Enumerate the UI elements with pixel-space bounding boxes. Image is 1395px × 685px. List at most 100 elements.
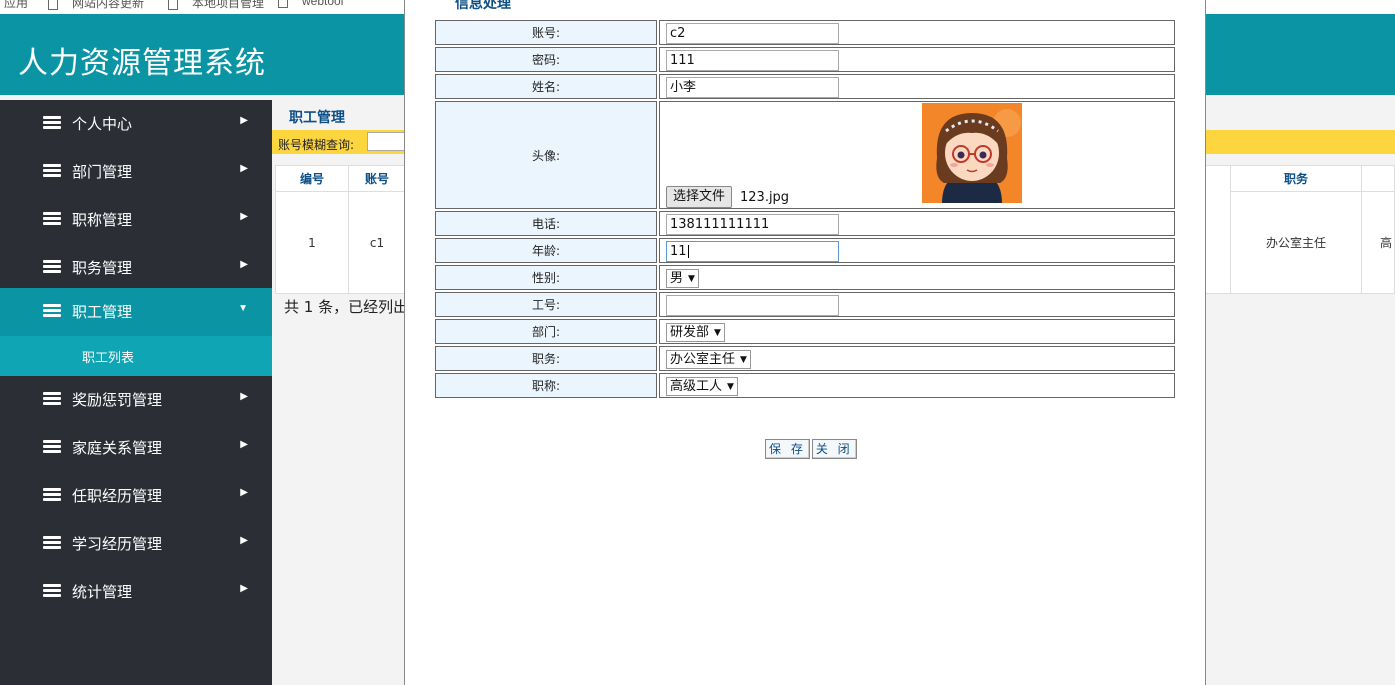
sidebar-item-position[interactable]: 职务管理 ▶ [0,244,272,292]
field-label: 部门: [435,319,657,344]
table-header-more [1362,166,1395,192]
form-row-account: 账号: c2 [435,20,1176,45]
page-icon [48,0,58,10]
table-header-id: 编号 [276,166,349,192]
dialog-buttons: 保 存关 闭 [765,439,859,459]
form-row-department: 部门: 研发部 ▼ [435,319,1176,344]
search-input[interactable] [367,132,407,151]
form-row-avatar: 头像: 选择文件 123.jpg [435,101,1176,209]
phone-field[interactable]: 138111111111 [666,214,839,235]
sidebar-item-department[interactable]: 部门管理 ▶ [0,148,272,196]
sidebar-item-work-history[interactable]: 任职经历管理 ▶ [0,472,272,520]
field-label: 头像: [435,101,657,209]
chevron-right-icon: ▶ [240,163,248,174]
position-select[interactable]: 办公室主任 ▼ [666,350,751,369]
table-cell-title: 高 [1380,236,1393,250]
sidebar-item-employee[interactable]: 职工管理 ▼ [0,288,272,336]
name-field[interactable]: 小李 [666,77,839,98]
save-button[interactable]: 保 存 [765,439,810,459]
choose-file-button[interactable]: 选择文件 [666,186,733,208]
stack-icon [43,164,61,178]
sidebar-item-label: 家庭关系管理 [72,439,163,457]
file-name: 123.jpg [740,190,790,205]
title-select[interactable]: 高级工人 ▼ [666,377,738,396]
search-label: 账号模糊查询: [278,138,355,152]
sidebar-item-job-title[interactable]: 职称管理 ▶ [0,196,272,244]
chevron-right-icon: ▶ [240,487,248,498]
stack-icon [43,440,61,454]
field-label: 工号: [435,292,657,317]
form-row-employee-no: 工号: [435,292,1176,317]
chevron-right-icon: ▶ [240,391,248,402]
field-label: 职称: [435,373,657,398]
gender-select[interactable]: 男 ▼ [666,269,699,288]
stack-icon [43,536,61,550]
table-header-account: 账号 [349,166,405,192]
chevron-right-icon: ▶ [240,259,248,270]
employee-no-field[interactable] [666,295,839,316]
table-header-position: 职务 [1230,166,1362,192]
sidebar-item-label: 任职经历管理 [72,487,163,505]
dropdown-arrow-icon: ▼ [727,382,734,392]
bookmark-item[interactable]: 本地项目管理 [168,0,264,11]
page-icon [168,0,178,10]
dropdown-arrow-icon: ▼ [688,274,695,284]
sidebar-item-personal-center[interactable]: 个人中心 ▶ [0,100,272,148]
field-label: 性别: [435,265,657,290]
chevron-right-icon: ▶ [240,439,248,450]
field-label: 姓名: [435,74,657,99]
account-field[interactable]: c2 [666,23,839,44]
sidebar-item-family[interactable]: 家庭关系管理 ▶ [0,424,272,472]
age-field[interactable]: 11 [666,241,839,262]
avatar-image [922,103,1022,203]
sidebar-item-rewards[interactable]: 奖励惩罚管理 ▶ [0,376,272,424]
table-cell-position: 办公室主任 [1230,192,1362,294]
dialog-title: 信息处理 [455,0,511,12]
sidebar-item-education[interactable]: 学习经历管理 ▶ [0,520,272,568]
sidebar-item-label: 部门管理 [72,163,133,181]
form-row-phone: 电话: 138111111111 [435,211,1176,236]
chevron-down-icon: ▼ [238,303,248,314]
department-select[interactable]: 研发部 ▼ [666,323,725,342]
chevron-right-icon: ▶ [240,535,248,546]
sidebar-item-label: 奖励惩罚管理 [72,391,163,409]
sidebar-item-label: 职工管理 [72,303,133,321]
stack-icon [43,304,61,318]
field-label: 年龄: [435,238,657,263]
chevron-right-icon: ▶ [240,583,248,594]
dropdown-arrow-icon: ▼ [740,355,747,365]
sidebar-subitem-label: 职工列表 [82,351,135,366]
field-label: 职务: [435,346,657,371]
stack-icon [43,584,61,598]
bookmark-item[interactable]: webtool [278,0,343,8]
dropdown-arrow-icon: ▼ [714,328,721,338]
stack-icon [43,212,61,226]
app-title: 人力资源管理系统 [18,46,266,81]
sidebar-subitem-employee-list[interactable]: 职工列表 [0,336,272,376]
table-cell-id: 1 [276,192,349,294]
bookmark-item[interactable]: 网站内容更新 [48,0,144,11]
form-row-password: 密码: 111 [435,47,1176,72]
field-label: 密码: [435,47,657,72]
stack-icon [43,488,61,502]
field-label: 账号: [435,20,657,45]
edit-dialog: 信息处理 账号: c2 密码: 111 姓名: 小李 头像: 选择文件 123.… [404,0,1206,685]
form-row-position: 职务: 办公室主任 ▼ [435,346,1176,371]
sidebar-item-label: 职务管理 [72,259,133,277]
text-caret [687,245,689,258]
sidebar-item-label: 学习经历管理 [72,535,163,553]
bookmark-apps[interactable]: 应用 [4,0,28,11]
close-button[interactable]: 关 闭 [811,439,857,459]
field-label: 电话: [435,211,657,236]
sidebar-item-label: 职称管理 [72,211,133,229]
stack-icon [43,260,61,274]
form-row-gender: 性别: 男 ▼ [435,265,1176,290]
password-field[interactable]: 111 [666,50,839,71]
sidebar-item-statistics[interactable]: 统计管理 ▶ [0,568,272,616]
page-title: 职工管理 [289,110,345,126]
record-count: 共 1 条，已经列出 [284,298,409,316]
sidebar: 个人中心 ▶ 部门管理 ▶ 职称管理 ▶ 职务管理 ▶ 职工管理 ▼ 职工列表 … [0,100,272,685]
form-row-name: 姓名: 小李 [435,74,1176,99]
chevron-right-icon: ▶ [240,211,248,222]
table-cell-account: c1 [369,236,385,250]
